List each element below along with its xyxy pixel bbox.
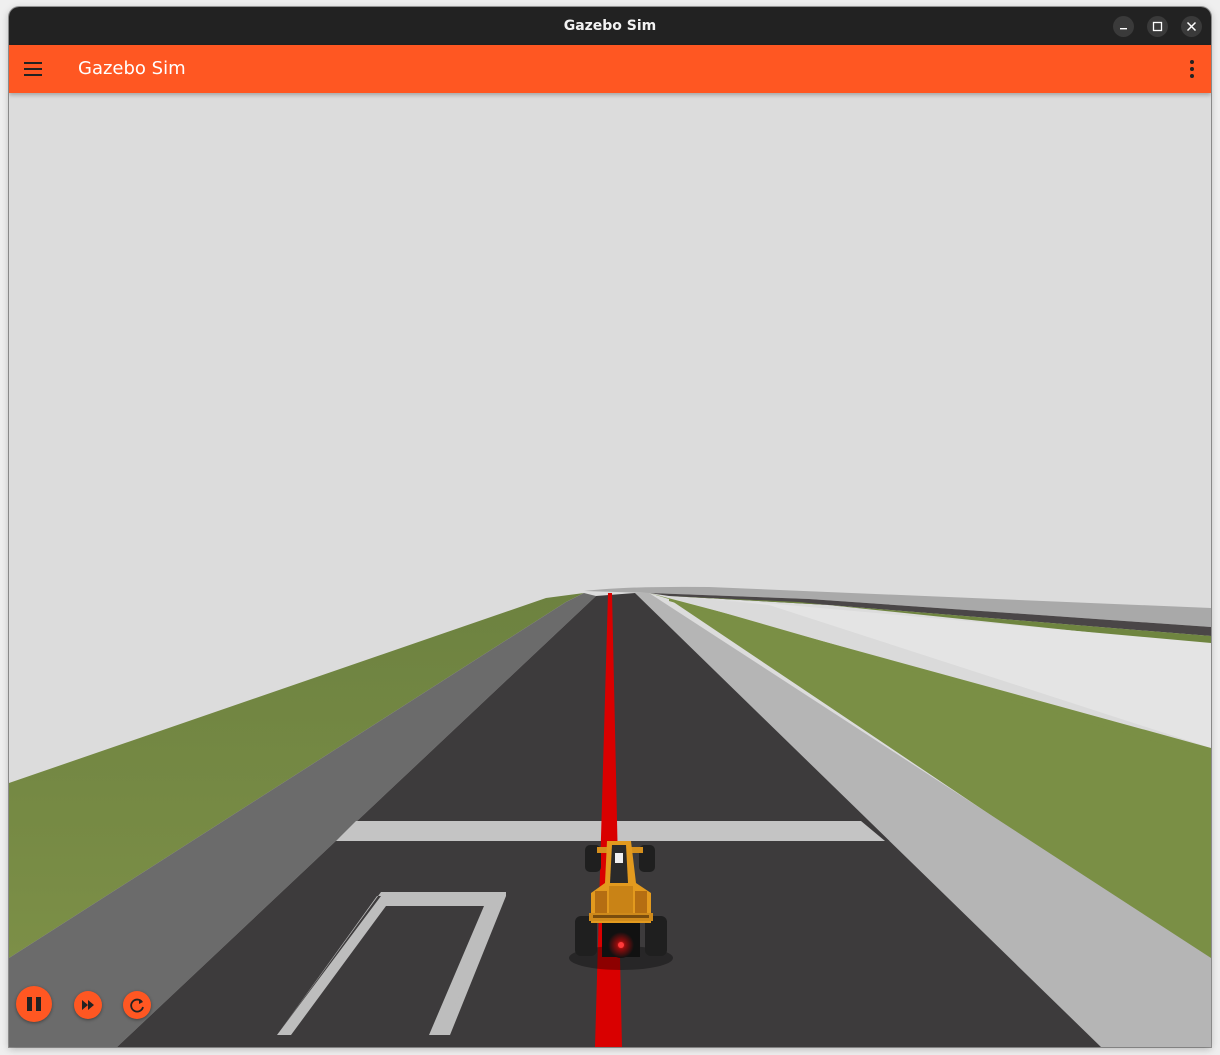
reset-button[interactable] bbox=[123, 991, 151, 1019]
step-button[interactable] bbox=[74, 991, 102, 1019]
maximize-icon bbox=[1152, 21, 1163, 32]
minimize-icon bbox=[1120, 28, 1127, 30]
scene-render bbox=[9, 93, 1211, 1047]
maximize-button[interactable] bbox=[1147, 16, 1168, 37]
kebab-menu-icon[interactable] bbox=[1187, 59, 1197, 79]
reset-icon bbox=[130, 998, 144, 1013]
pause-icon bbox=[27, 997, 41, 1011]
3d-scene-viewport[interactable] bbox=[9, 93, 1211, 1047]
close-button[interactable] bbox=[1181, 16, 1202, 37]
hamburger-menu-icon[interactable] bbox=[23, 59, 43, 79]
close-icon bbox=[1186, 21, 1197, 32]
app-title: Gazebo Sim bbox=[78, 58, 186, 79]
play-pause-button[interactable] bbox=[16, 986, 52, 1022]
minimize-button[interactable] bbox=[1113, 16, 1134, 37]
gazebo-window: Gazebo Sim Gazebo Sim bbox=[9, 7, 1211, 1047]
window-title: Gazebo Sim bbox=[563, 18, 657, 34]
window-titlebar[interactable]: Gazebo Sim bbox=[9, 7, 1211, 45]
fast-forward-icon bbox=[82, 1000, 94, 1010]
app-toolbar: Gazebo Sim bbox=[9, 45, 1211, 93]
